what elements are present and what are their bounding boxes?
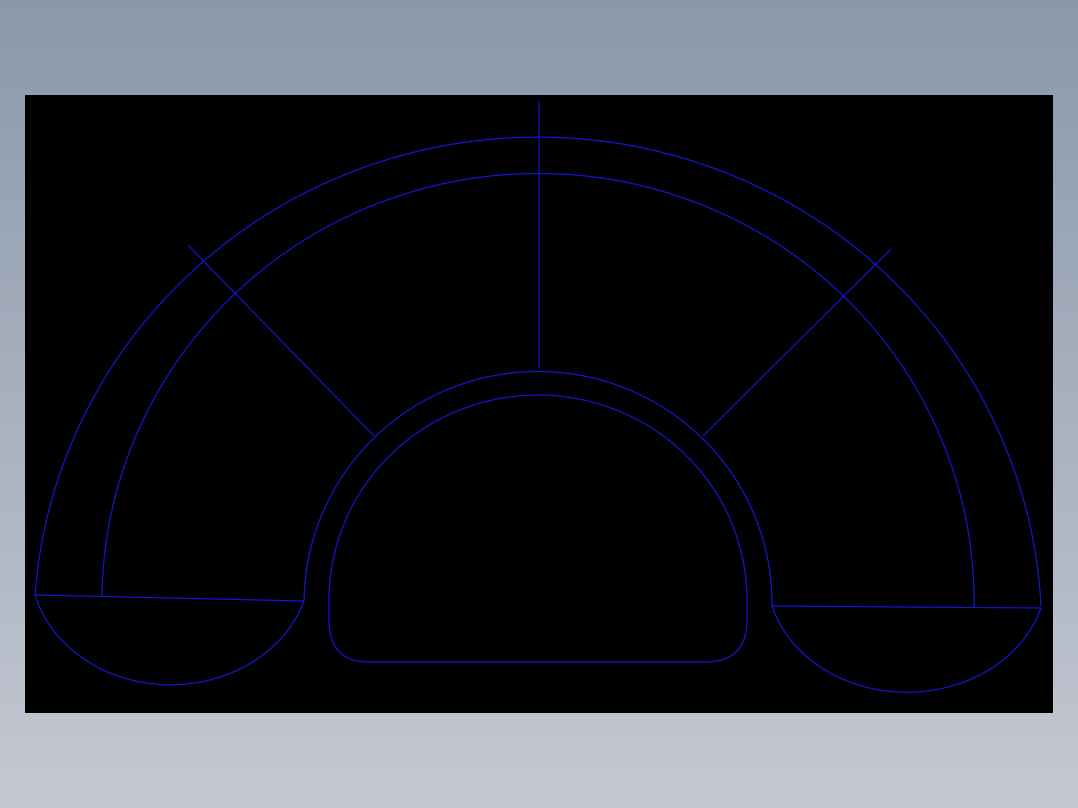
- cad-drawing-viewport[interactable]: [25, 95, 1053, 713]
